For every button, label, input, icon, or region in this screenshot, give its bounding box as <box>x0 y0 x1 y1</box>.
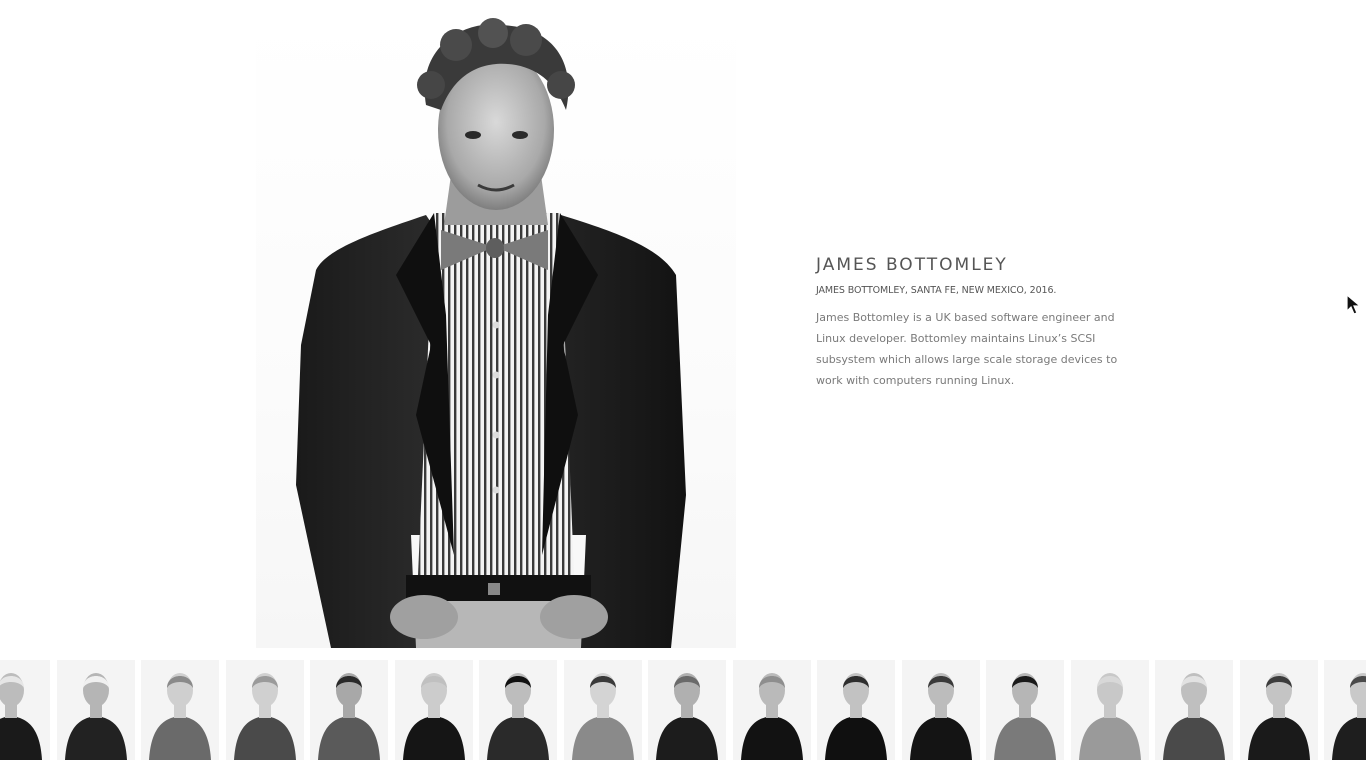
thumbnail-portrait-image <box>1155 660 1233 760</box>
portrait-thumbnail[interactable] <box>479 660 557 760</box>
portrait-illustration <box>296 18 686 648</box>
thumbnail-portrait-image <box>902 660 980 760</box>
thumbnail-portrait-image <box>57 660 135 760</box>
thumbnail-portrait-image <box>1071 660 1149 760</box>
portrait-thumbnail[interactable] <box>1240 660 1318 760</box>
thumbnail-portrait-image <box>310 660 388 760</box>
thumbnail-portrait-image <box>479 660 557 760</box>
portrait-thumbnail[interactable] <box>1324 660 1366 760</box>
portrait-thumbnail[interactable] <box>733 660 811 760</box>
mouse-pointer-icon <box>1346 294 1362 316</box>
thumbnail-portrait-image <box>817 660 895 760</box>
thumbnail-portrait-image <box>1240 660 1318 760</box>
thumbnail-portrait-image <box>141 660 219 760</box>
portrait-thumbnail[interactable] <box>0 660 50 760</box>
portrait-thumbnail[interactable] <box>226 660 304 760</box>
profile-name: JAMES BOTTOMLEY <box>816 255 1008 275</box>
portrait-thumbnail[interactable] <box>141 660 219 760</box>
portrait-thumbnail[interactable] <box>1155 660 1233 760</box>
portrait-thumbnail[interactable] <box>310 660 388 760</box>
portrait-thumbnail[interactable] <box>57 660 135 760</box>
thumbnail-portrait-image <box>564 660 642 760</box>
featured-portrait-photo <box>256 15 736 648</box>
thumbnail-portrait-image <box>733 660 811 760</box>
portrait-thumbnail[interactable] <box>817 660 895 760</box>
thumbnail-portrait-image <box>1324 660 1366 760</box>
profile-caption: JAMES BOTTOMLEY, SANTA FE, NEW MEXICO, 2… <box>816 285 1057 296</box>
thumbnail-portrait-image <box>986 660 1064 760</box>
portrait-thumbnail-strip <box>0 660 1366 768</box>
portrait-thumbnail[interactable] <box>902 660 980 760</box>
profile-info: JAMES BOTTOMLEY JAMES BOTTOMLEY, SANTA F… <box>816 254 1146 391</box>
thumbnail-portrait-image <box>395 660 473 760</box>
thumbnail-portrait-image <box>648 660 726 760</box>
portrait-thumbnail[interactable] <box>395 660 473 760</box>
portrait-thumbnail[interactable] <box>986 660 1064 760</box>
thumbnail-portrait-image <box>0 660 50 760</box>
thumbnail-portrait-image <box>226 660 304 760</box>
portrait-thumbnail[interactable] <box>648 660 726 760</box>
portrait-thumbnail[interactable] <box>1071 660 1149 760</box>
profile-bio: James Bottomley is a UK based software e… <box>816 311 1118 387</box>
portrait-thumbnail[interactable] <box>564 660 642 760</box>
